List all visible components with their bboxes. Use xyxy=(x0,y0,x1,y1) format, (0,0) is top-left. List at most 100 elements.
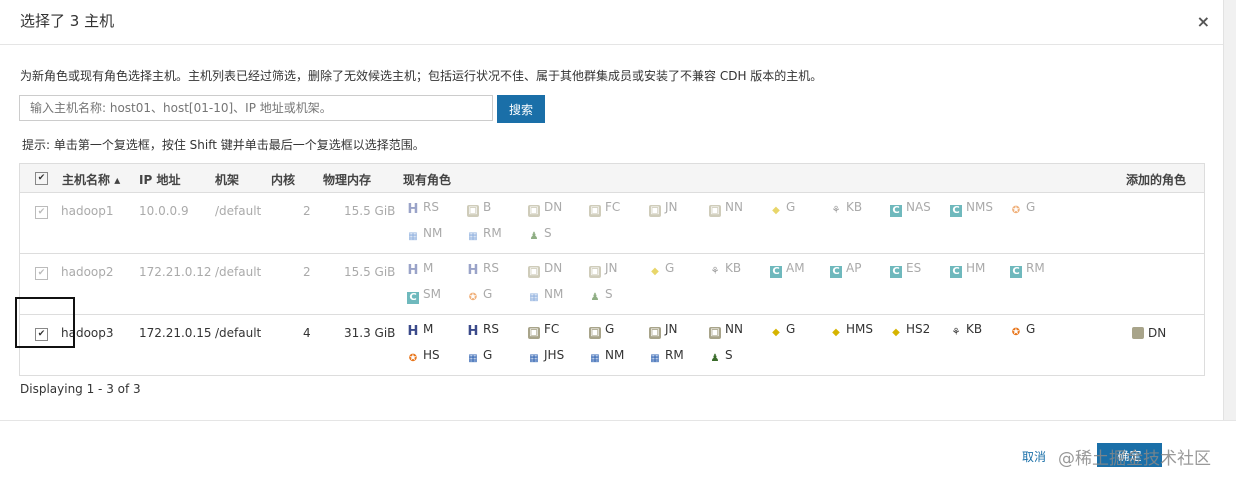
role-badge: H RS xyxy=(467,261,499,277)
cores: 2 xyxy=(303,204,311,218)
sq-role-icon: ▣ xyxy=(709,327,721,339)
role-label: G xyxy=(665,261,675,275)
header-memory[interactable]: 物理内存 xyxy=(323,171,371,188)
star-role-icon: ✪ xyxy=(468,292,478,303)
grid-role-icon: ▦ xyxy=(590,353,600,364)
role-label: S xyxy=(605,287,613,301)
header-hostname[interactable]: 主机名称 ▴ xyxy=(62,171,120,188)
role-badge: ▣ G xyxy=(589,322,614,339)
memory: 31.3 GiB xyxy=(344,326,396,340)
role-label: HS2 xyxy=(906,322,931,336)
role-label: G xyxy=(786,322,796,336)
role-badge: ▣ NN xyxy=(709,200,743,217)
memory: 15.5 GiB xyxy=(344,204,396,218)
role-label: JN xyxy=(665,322,678,336)
table-row[interactable]: ✔ hadoop1 10.0.0.9/default 2 15.5 GiB H RS ▣ B ▣ D… xyxy=(20,193,1204,254)
star-role-icon: ✪ xyxy=(408,353,418,364)
role-badge: ◆ G xyxy=(770,200,795,217)
dialog-footer xyxy=(0,420,1236,483)
scrollbar[interactable] xyxy=(1223,0,1236,420)
role-label: RS xyxy=(483,322,499,336)
hive-role-icon: ◆ xyxy=(892,327,900,338)
role-label: JN xyxy=(605,261,618,275)
cancel-button[interactable]: 取消 xyxy=(1022,448,1046,465)
search-button[interactable]: 搜索 xyxy=(497,95,545,123)
sq-role-icon: ▣ xyxy=(528,327,540,339)
c-role-icon: C xyxy=(830,266,842,278)
role-label: G xyxy=(483,287,493,301)
header-ip[interactable]: IP 地址 xyxy=(139,171,180,188)
hive-role-icon: ◆ xyxy=(772,327,780,338)
role-badge: ▣ DN xyxy=(528,261,562,278)
role-label: RM xyxy=(483,226,502,240)
h-role-icon: H xyxy=(407,324,419,339)
role-badge: ▣ NN xyxy=(709,322,743,339)
rack: /default xyxy=(215,204,262,218)
grid-role-icon: ▦ xyxy=(650,353,660,364)
star-role-icon: ✪ xyxy=(1011,327,1021,338)
man-role-icon: ♟ xyxy=(710,353,720,364)
header-cores[interactable]: 内核 xyxy=(271,171,295,188)
c-role-icon: C xyxy=(950,266,962,278)
role-badge: ◆ HS2 xyxy=(890,322,930,339)
role-badge: ▦ NM xyxy=(589,348,624,365)
table-row[interactable]: ✔ hadoop2 172.21.0.12/default 2 15.5 GiB H M H R… xyxy=(20,254,1204,315)
h-role-icon: H xyxy=(407,202,419,217)
header-rack[interactable]: 机架 xyxy=(215,171,239,188)
kb-role-icon: ⚘ xyxy=(831,205,841,216)
hive-role-icon: ◆ xyxy=(832,327,840,338)
role-badge: ✪ G xyxy=(467,287,493,304)
man-role-icon: ♟ xyxy=(590,292,600,303)
c-role-icon: C xyxy=(770,266,782,278)
role-badge: ◆ HMS xyxy=(830,322,873,339)
role-label: AM xyxy=(786,261,805,275)
star-role-icon: ✪ xyxy=(1011,205,1021,216)
sq-role-icon: ▣ xyxy=(649,327,661,339)
hosts-table: ✔ 主机名称 ▴ IP 地址 机架 内核 物理内存 现有角色 添加的角色 ✔ ha… xyxy=(19,163,1205,376)
role-badge: C AP xyxy=(830,261,861,278)
role-badge: ✪ G xyxy=(1010,200,1036,217)
table-row[interactable]: ✔ hadoop3 172.21.0.15/default 4 31.3 GiB DN H M… xyxy=(20,315,1204,375)
ip-address: 10.0.0.9 xyxy=(139,204,189,218)
select-all-checkbox[interactable]: ✔ xyxy=(35,172,48,185)
row-checkbox[interactable]: ✔ xyxy=(35,206,48,219)
sq-role-icon: ▣ xyxy=(467,205,479,217)
role-badge: ⚘ KB xyxy=(709,261,742,278)
role-badge: ▦ G xyxy=(467,348,492,365)
role-label: NN xyxy=(725,322,743,336)
c-role-icon: C xyxy=(950,205,962,217)
role-badge: ▣ JN xyxy=(649,322,678,339)
role-label: NMS xyxy=(966,200,993,214)
c-role-icon: C xyxy=(890,266,902,278)
search-row: 搜索 xyxy=(19,95,545,123)
role-label: G xyxy=(786,200,796,214)
close-icon[interactable]: × xyxy=(1197,12,1210,31)
role-label: ES xyxy=(906,261,922,275)
role-badge: ▣ JN xyxy=(649,200,678,217)
role-badge: C HM xyxy=(950,261,985,278)
role-badge: H RS xyxy=(407,200,439,216)
kb-role-icon: ⚘ xyxy=(710,266,720,277)
man-role-icon: ♟ xyxy=(529,231,539,242)
dialog-title: 选择了 3 主机 xyxy=(20,12,115,30)
role-label: KB xyxy=(846,200,863,214)
role-badge: C SM xyxy=(407,287,441,304)
role-badge: ▦ JHS xyxy=(528,348,564,365)
role-badge: HM xyxy=(407,322,434,339)
cores: 4 xyxy=(303,326,311,340)
hive-role-icon: ◆ xyxy=(772,205,780,216)
c-role-icon: C xyxy=(407,292,419,304)
ip-address: 172.21.0.12 xyxy=(139,265,212,279)
sq-role-icon: ▣ xyxy=(589,327,601,339)
role-badge: ▣ FC xyxy=(528,322,559,339)
sq-role-icon: ▣ xyxy=(589,205,601,217)
search-input[interactable] xyxy=(19,95,493,121)
role-label: B xyxy=(483,200,492,214)
role-badge: ▦ NM xyxy=(528,287,563,304)
role-label: NM xyxy=(605,348,625,362)
pagination-info: Displaying 1 - 3 of 3 xyxy=(20,382,141,396)
role-label: DN xyxy=(544,200,563,214)
role-badge: C NMS xyxy=(950,200,993,217)
role-icon xyxy=(1132,327,1144,339)
row-checkbox[interactable]: ✔ xyxy=(35,267,48,280)
